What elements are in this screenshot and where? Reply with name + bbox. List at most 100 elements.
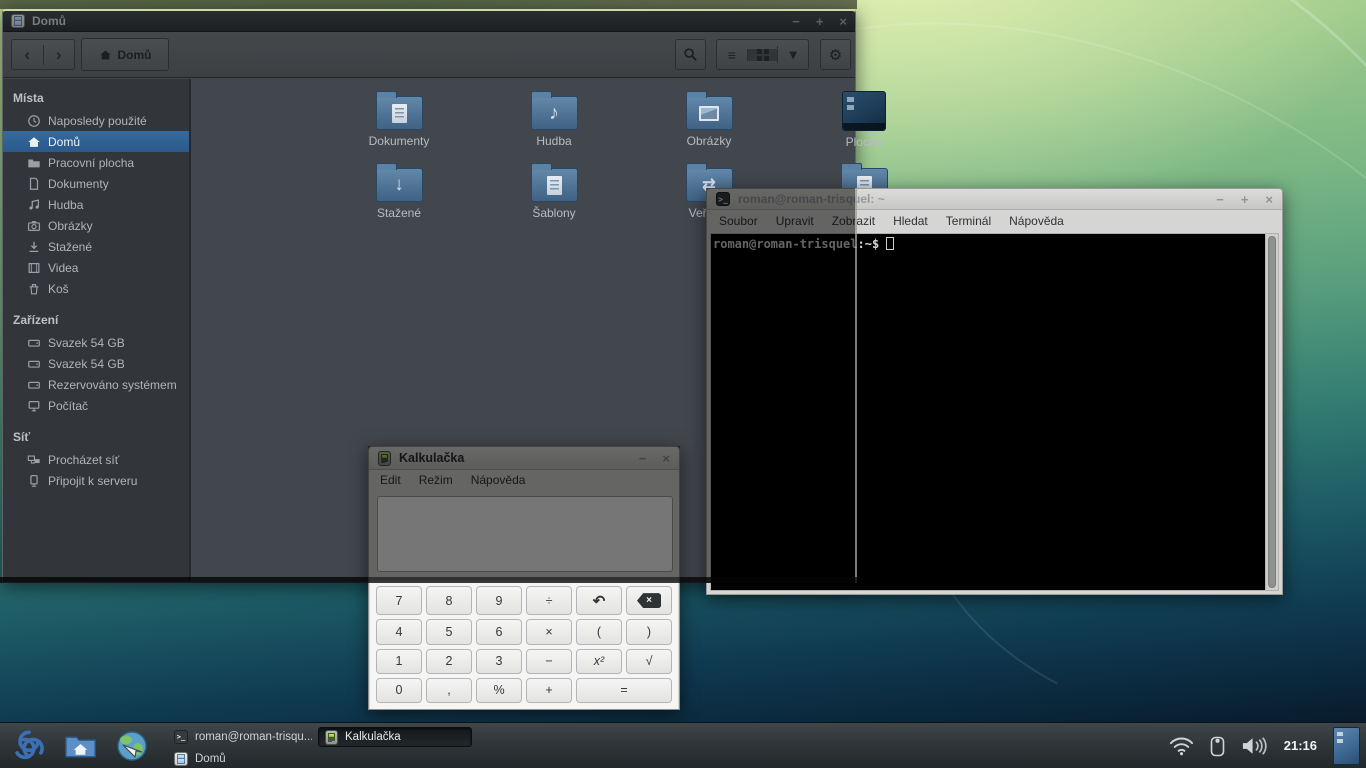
key-add[interactable]: + [526, 677, 572, 703]
terminal-menubar: Soubor Upravit Zobrazit Hledat Terminál … [707, 210, 1282, 231]
download-icon [29, 241, 39, 252]
key-sqrt[interactable]: √ [626, 648, 672, 674]
folder-stazene[interactable]: ↓ Stažené [339, 161, 459, 220]
key-0[interactable]: 0 [376, 677, 422, 703]
file-manager-launcher[interactable] [64, 732, 97, 760]
calculator-icon [325, 729, 338, 745]
settings-button[interactable]: ⚙ [820, 39, 851, 70]
close-button[interactable]: × [1265, 193, 1273, 206]
key-5[interactable]: 5 [426, 619, 472, 645]
list-view-button[interactable]: ≡ [717, 47, 747, 63]
menu-hledat[interactable]: Hledat [884, 212, 937, 230]
forward-button[interactable]: › [42, 44, 75, 65]
key-6[interactable]: 6 [476, 619, 522, 645]
menu-napoveda[interactable]: Nápověda [462, 471, 535, 489]
sidebar-item-pictures[interactable]: Obrázky [3, 215, 189, 236]
terminal-scrollbar[interactable] [1265, 234, 1278, 590]
sidebar-item-trash[interactable]: Koš [3, 278, 189, 299]
key-close-paren[interactable]: ) [626, 619, 672, 645]
key-4[interactable]: 4 [376, 619, 422, 645]
key-2[interactable]: 2 [426, 648, 472, 674]
key-3[interactable]: 3 [476, 648, 522, 674]
folder-dokumenty[interactable]: Dokumenty [339, 89, 459, 148]
wifi-icon[interactable] [1169, 736, 1194, 756]
menu-edit[interactable]: Edit [371, 471, 410, 489]
key-comma[interactable]: , [426, 677, 472, 703]
key-undo[interactable]: ↶ [576, 586, 622, 616]
folder-sablony[interactable]: Šablony [494, 161, 614, 220]
scrollbar-thumb[interactable] [1268, 236, 1276, 588]
key-8[interactable]: 8 [426, 586, 472, 616]
drive-icon [28, 339, 40, 347]
location-home-button[interactable]: Domů [81, 38, 169, 71]
key-multiply[interactable]: × [526, 619, 572, 645]
window-list: >_ roman@roman-trisqu... Kalkulačka Domů [168, 725, 488, 766]
sidebar-item-documents[interactable]: Dokumenty [3, 173, 189, 194]
grid-view-button[interactable] [746, 48, 778, 61]
folder-plocha[interactable]: Plocha [804, 89, 924, 149]
sidebar-item-volume2[interactable]: Svazek 54 GB [3, 353, 189, 374]
minimize-button[interactable]: − [639, 452, 647, 465]
calculator-titlebar[interactable]: Kalkulačka − × [369, 447, 679, 470]
menu-rezim[interactable]: Režim [410, 471, 462, 489]
menu-zobrazit[interactable]: Zobrazit [823, 212, 884, 230]
terminal-titlebar[interactable]: >_ roman@roman-trisquel: ~ − + × [707, 189, 1282, 210]
task-calculator[interactable]: Kalkulačka [318, 727, 472, 747]
task-file-manager[interactable]: Domů [168, 749, 312, 768]
show-desktop-button[interactable] [1333, 726, 1360, 765]
calculator-display[interactable] [377, 496, 673, 572]
sidebar-item-browse-network[interactable]: Procházet síť [3, 449, 189, 470]
sidebar-item-recent[interactable]: Naposledy použité [3, 110, 189, 131]
key-subtract[interactable]: − [526, 648, 572, 674]
task-terminal[interactable]: >_ roman@roman-trisqu... [168, 727, 312, 747]
folder-hudba[interactable]: ♪ Hudba [494, 89, 614, 148]
sidebar-item-desktop[interactable]: Pracovní plocha [3, 152, 189, 173]
home-icon [99, 50, 111, 59]
key-square[interactable]: x² [576, 648, 622, 674]
key-equals[interactable]: = [576, 677, 672, 703]
sidebar-item-connect-server[interactable]: Připojit k serveru [3, 470, 189, 491]
sidebar-item-reserved[interactable]: Rezervováno systémem [3, 374, 189, 395]
sidebar-item-computer[interactable]: Počítač [3, 395, 189, 416]
minimize-button[interactable]: − [1216, 193, 1224, 206]
minimize-button[interactable]: − [792, 15, 800, 28]
browser-launcher[interactable] [115, 729, 149, 763]
folder-obrazky[interactable]: Obrázky [649, 89, 769, 148]
camera-icon [27, 220, 41, 231]
sidebar-item-music[interactable]: Hudba [3, 194, 189, 215]
sidebar-item-home[interactable]: Domů [3, 131, 189, 152]
key-open-paren[interactable]: ( [576, 619, 622, 645]
sidebar-section-places: Místa [13, 91, 44, 105]
volume-icon[interactable] [1241, 736, 1268, 756]
maximize-button[interactable]: + [1241, 193, 1249, 206]
menu-upravit[interactable]: Upravit [767, 212, 823, 230]
menu-soubor[interactable]: Soubor [710, 212, 767, 230]
sidebar-item-videos[interactable]: Videa [3, 257, 189, 278]
view-options-chevron[interactable]: ▾ [777, 46, 808, 63]
terminal-cursor [886, 237, 895, 250]
key-9[interactable]: 9 [476, 586, 522, 616]
battery-icon[interactable] [1210, 735, 1225, 757]
clock[interactable]: 21:16 [1284, 738, 1317, 753]
key-percent[interactable]: % [476, 677, 522, 703]
clock-icon [28, 114, 40, 127]
terminal-icon: >_ [716, 192, 730, 206]
menu-napoveda[interactable]: Nápověda [1000, 212, 1073, 230]
gear-icon: ⚙ [828, 46, 843, 64]
key-divide[interactable]: ÷ [526, 586, 572, 616]
trisquel-menu-button[interactable] [10, 727, 48, 765]
maximize-button[interactable]: + [816, 15, 824, 28]
menu-terminal[interactable]: Terminál [937, 212, 1000, 230]
close-button[interactable]: × [839, 15, 847, 28]
key-backspace[interactable]: × [626, 586, 672, 616]
key-7[interactable]: 7 [376, 586, 422, 616]
back-button[interactable]: ‹ [12, 45, 43, 65]
close-button[interactable]: × [662, 452, 670, 465]
search-button[interactable] [675, 39, 706, 70]
terminal-screen[interactable]: roman@roman-trisquel:~$ [711, 234, 1265, 590]
sidebar-item-volume1[interactable]: Svazek 54 GB [3, 332, 189, 353]
key-1[interactable]: 1 [376, 648, 422, 674]
file-manager-titlebar[interactable]: Domů − + × [3, 11, 855, 32]
sidebar-item-downloads[interactable]: Stažené [3, 236, 189, 257]
music-emblem: ♪ [549, 101, 559, 124]
